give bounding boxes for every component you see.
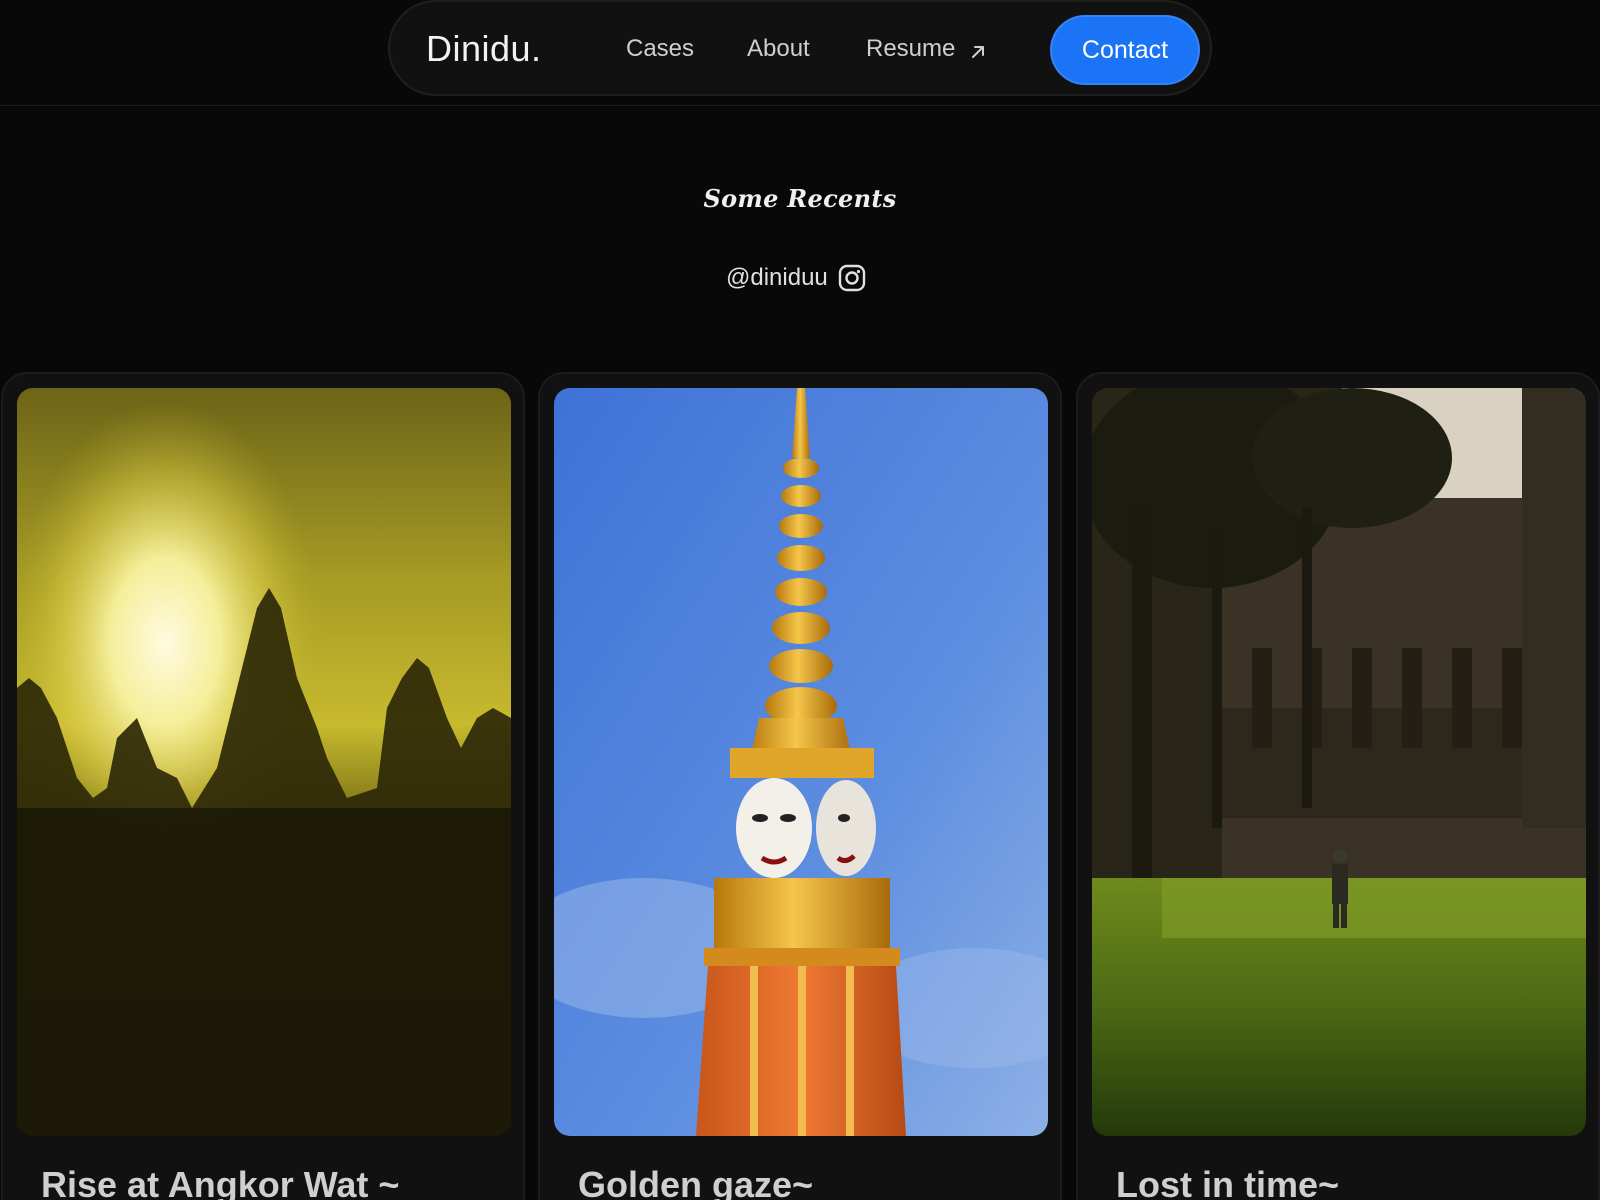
card-title: Lost in time~ bbox=[1116, 1164, 1340, 1200]
nav-link-resume-label: Resume bbox=[866, 35, 956, 62]
card-photo-spire[interactable] bbox=[554, 388, 1048, 1136]
card-photo-sunrise[interactable] bbox=[17, 388, 511, 1136]
top-bar: Dinidu. Cases About Resume Contact bbox=[0, 0, 1600, 106]
nav-link-about[interactable]: About bbox=[747, 35, 810, 63]
photo-card[interactable]: Golden gaze~ bbox=[538, 372, 1062, 1200]
brand-logo[interactable]: Dinidu. bbox=[426, 28, 542, 70]
page: Dinidu. Cases About Resume Contact Some … bbox=[0, 0, 1600, 1200]
photo-card[interactable]: Lost in time~ bbox=[1076, 372, 1600, 1200]
photo-card[interactable]: Rise at Angkor Wat ~ bbox=[1, 372, 525, 1200]
nav-pill: Dinidu. Cases About Resume Contact bbox=[388, 0, 1212, 96]
card-title: Golden gaze~ bbox=[578, 1164, 814, 1200]
arrow-up-right-icon bbox=[969, 40, 987, 58]
nav-link-cases[interactable]: Cases bbox=[626, 35, 694, 63]
instagram-handle: @diniduu bbox=[726, 264, 828, 291]
card-photo-ruins[interactable] bbox=[1092, 388, 1586, 1136]
contact-button[interactable]: Contact bbox=[1050, 15, 1200, 85]
nav-link-resume[interactable]: Resume bbox=[866, 35, 987, 63]
card-title: Rise at Angkor Wat ~ bbox=[41, 1164, 400, 1200]
instagram-handle-link[interactable]: @diniduu bbox=[726, 262, 866, 294]
instagram-icon bbox=[838, 264, 866, 292]
section-title: Some Recents bbox=[703, 184, 897, 213]
